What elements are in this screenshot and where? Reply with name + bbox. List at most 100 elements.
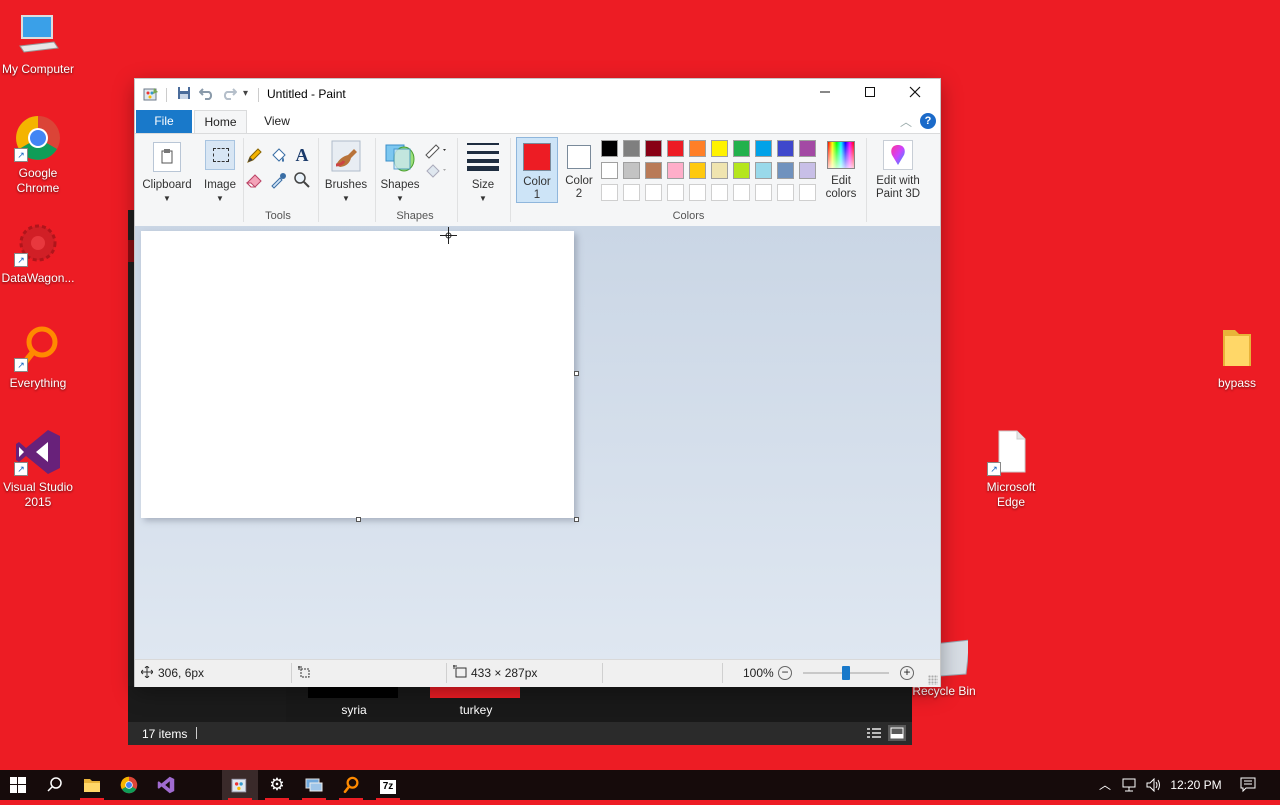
zoom-slider-thumb[interactable]: [842, 666, 850, 680]
palette-swatch[interactable]: [733, 140, 750, 157]
taskbar-7zip[interactable]: 7z: [370, 770, 406, 800]
shapes-button[interactable]: Shapes ▼: [379, 137, 421, 219]
palette-swatch[interactable]: [755, 140, 772, 157]
outline-button[interactable]: [424, 143, 450, 159]
desktop-icon-google-chrome[interactable]: ↗ Google Chrome: [0, 114, 76, 196]
tab-view[interactable]: View: [251, 110, 303, 133]
palette-swatch[interactable]: [667, 184, 684, 201]
large-icons-view-icon[interactable]: [888, 725, 906, 741]
size-button[interactable]: Size ▼: [462, 137, 504, 219]
taskbar-paint[interactable]: [222, 770, 258, 800]
paint3d-label-line1: Edit with: [876, 175, 920, 187]
edit-colors-button[interactable]: Edit colors: [823, 137, 859, 203]
magnifier-tool[interactable]: [293, 171, 311, 189]
palette-swatch[interactable]: [711, 184, 728, 201]
edit-with-paint3d-button[interactable]: Edit with Paint 3D: [870, 137, 926, 203]
redo-icon[interactable]: [221, 86, 238, 104]
palette-swatch[interactable]: [711, 140, 728, 157]
clipboard-button[interactable]: Clipboard ▼: [139, 137, 195, 219]
explorer-item-syria-thumbnail[interactable]: [308, 686, 398, 698]
fill-tool[interactable]: [269, 147, 287, 165]
palette-swatch[interactable]: [645, 162, 662, 179]
drawing-canvas[interactable]: [141, 231, 574, 518]
desktop-icon-bypass[interactable]: bypass: [1199, 324, 1275, 391]
taskbar-settings[interactable]: ⚙: [259, 770, 295, 800]
details-view-icon[interactable]: [866, 726, 882, 740]
palette-swatch[interactable]: [601, 140, 618, 157]
palette-swatch[interactable]: [645, 184, 662, 201]
explorer-item-turkey-thumbnail[interactable]: [430, 686, 520, 698]
palette-swatch[interactable]: [601, 162, 618, 179]
desktop-icon-everything[interactable]: ↗ Everything: [0, 324, 76, 391]
close-button[interactable]: [892, 79, 937, 109]
canvas-workspace[interactable]: [135, 226, 940, 659]
palette-swatch[interactable]: [733, 184, 750, 201]
explorer-item-syria-label[interactable]: syria: [324, 703, 384, 717]
palette-swatch[interactable]: [711, 162, 728, 179]
color-picker-tool[interactable]: [269, 171, 287, 189]
palette-swatch[interactable]: [799, 184, 816, 201]
palette-swatch[interactable]: [799, 162, 816, 179]
save-icon[interactable]: [177, 86, 193, 104]
help-icon[interactable]: ?: [920, 113, 936, 129]
text-tool[interactable]: A: [293, 145, 311, 165]
taskbar-remote-desktop[interactable]: [296, 770, 332, 800]
palette-swatch[interactable]: [777, 184, 794, 201]
palette-swatch[interactable]: [645, 140, 662, 157]
show-hidden-icons-button[interactable]: ︿: [1094, 770, 1116, 800]
taskbar-file-explorer[interactable]: [74, 770, 110, 800]
palette-swatch[interactable]: [623, 140, 640, 157]
resize-handle-bottom[interactable]: [356, 517, 361, 522]
palette-swatch[interactable]: [777, 162, 794, 179]
palette-swatch[interactable]: [689, 162, 706, 179]
eraser-tool[interactable]: [245, 171, 263, 189]
palette-swatch[interactable]: [755, 162, 772, 179]
customize-qat-chevron-icon[interactable]: ▾: [243, 88, 253, 106]
desktop-icon-my-computer[interactable]: My Computer: [0, 10, 76, 77]
clock[interactable]: 12:20 PM: [1166, 770, 1226, 800]
palette-swatch[interactable]: [689, 184, 706, 201]
network-button[interactable]: [1118, 770, 1142, 800]
minimize-button[interactable]: [802, 79, 847, 109]
maximize-button[interactable]: [847, 79, 892, 109]
palette-swatch[interactable]: [623, 162, 640, 179]
desktop-icon-datawagon[interactable]: ↗ DataWagon...: [0, 219, 76, 286]
palette-swatch[interactable]: [601, 184, 618, 201]
palette-swatch[interactable]: [777, 140, 794, 157]
tab-file[interactable]: File: [136, 110, 192, 133]
zoom-in-button[interactable]: +: [900, 666, 914, 680]
action-center-button[interactable]: [1230, 770, 1266, 800]
paint-app-icon[interactable]: [143, 86, 159, 104]
palette-swatch[interactable]: [799, 140, 816, 157]
zoom-out-button[interactable]: −: [778, 666, 792, 680]
desktop-icon-microsoft-edge[interactable]: ↗ Microsoft Edge: [973, 428, 1049, 510]
palette-swatch[interactable]: [755, 184, 772, 201]
resize-handle-corner[interactable]: [574, 517, 579, 522]
taskbar-chrome[interactable]: [111, 770, 147, 800]
search-button[interactable]: [37, 770, 73, 800]
tab-home[interactable]: Home: [194, 110, 247, 134]
zoom-slider[interactable]: [803, 666, 889, 680]
desktop-icon-visual-studio[interactable]: ↗ Visual Studio 2015: [0, 428, 76, 510]
window-grip-icon[interactable]: [928, 675, 938, 685]
brushes-button[interactable]: Brushes ▼: [323, 137, 369, 219]
palette-swatch[interactable]: [667, 140, 684, 157]
taskbar-visual-studio[interactable]: [148, 770, 184, 800]
pencil-tool[interactable]: [245, 147, 263, 165]
palette-swatch[interactable]: [733, 162, 750, 179]
volume-button[interactable]: [1142, 770, 1166, 800]
explorer-item-turkey-label[interactable]: turkey: [446, 703, 506, 717]
color1-button[interactable]: Color 1: [516, 137, 558, 203]
brush-icon: [330, 139, 362, 173]
minimize-ribbon-chevron-icon[interactable]: ︿: [900, 113, 912, 130]
palette-swatch[interactable]: [667, 162, 684, 179]
image-button[interactable]: Image ▼: [201, 137, 239, 219]
undo-icon[interactable]: [198, 86, 215, 104]
palette-swatch[interactable]: [689, 140, 706, 157]
start-button[interactable]: [0, 770, 36, 800]
resize-handle-right[interactable]: [574, 371, 579, 376]
taskbar-everything[interactable]: [333, 770, 369, 800]
palette-swatch[interactable]: [623, 184, 640, 201]
fill-button[interactable]: [424, 163, 450, 179]
color2-button[interactable]: Color 2: [559, 137, 599, 203]
